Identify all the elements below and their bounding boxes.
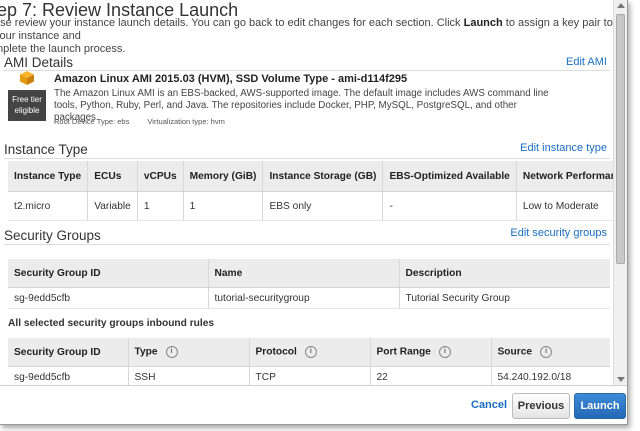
security-groups-table: Security Group ID Name Description sg-9e… (8, 259, 610, 309)
review-launch-window: tep 7: Review Instance Launch ase review… (0, 0, 628, 425)
column-header-label: Source (497, 346, 533, 358)
column-header: Protocol i (248, 338, 370, 367)
column-header-label: Type (134, 346, 158, 358)
instance-type-table: Instance Type ECUs vCPUs Memory (GiB) In… (8, 161, 613, 221)
table-row: t2.micro Variable 1 1 EBS only - Low to … (8, 191, 613, 221)
column-header: Port Range i (369, 338, 491, 367)
table-cell: - (382, 191, 517, 221)
info-icon[interactable]: i (165, 346, 178, 358)
table-cell: TCP (248, 366, 370, 385)
table-header-row: Security Group ID Name Description (8, 259, 610, 288)
amazon-linux-cube-icon (20, 71, 34, 85)
table-cell: 1 (182, 191, 263, 221)
table-cell: t2.micro (8, 191, 88, 221)
ami-name: Amazon Linux AMI 2015.03 (HVM), SSD Volu… (54, 73, 408, 85)
table-header-row: Security Group ID Type i Protocol i Port R… (8, 338, 610, 367)
table-cell: EBS only (262, 191, 383, 221)
table-cell: Low to Moderate (515, 191, 613, 221)
column-header-label: Port Range (376, 346, 431, 358)
column-header: Name (207, 259, 399, 288)
edit-instance-type-link[interactable]: Edit instance type (520, 142, 607, 154)
previous-button[interactable]: Previous (512, 393, 570, 419)
footer-bar: Cancel Previous Launch (0, 385, 627, 424)
root-device-type: Root Device Type: ebs (54, 117, 130, 126)
edit-ami-link[interactable]: Edit AMI (566, 56, 607, 68)
info-icon[interactable]: i (540, 346, 553, 358)
instance-type-section-title: Instance Type (4, 142, 88, 157)
table-cell: Variable (87, 191, 138, 221)
ami-meta: Root Device Type: ebs Virtualization typ… (54, 117, 241, 126)
column-header: Instance Storage (GB) (262, 161, 383, 192)
intro-text-before: ase review your instance launch details.… (0, 17, 464, 29)
column-header: Type i (127, 338, 249, 367)
table-cell: SSH (127, 366, 249, 385)
virtualization-type: Virtualization type: hvm (147, 117, 225, 126)
scrollbar-thumb[interactable] (616, 14, 625, 264)
review-content: tep 7: Review Instance Launch ase review… (0, 0, 613, 385)
column-header: Security Group ID (8, 259, 208, 288)
column-header: Memory (GiB) (182, 161, 263, 192)
scroll-up-arrow-icon[interactable] (617, 3, 625, 8)
column-header: Description (398, 259, 610, 288)
inbound-rules-table: Security Group ID Type i Protocol i Port R… (8, 338, 610, 385)
launch-button[interactable]: Launch (574, 393, 626, 419)
table-cell: Tutorial Security Group (398, 287, 610, 309)
security-groups-section-title: Security Groups (4, 228, 101, 243)
edit-security-groups-link[interactable]: Edit security groups (510, 227, 607, 239)
column-header: Network Performance (515, 161, 613, 192)
column-header: Security Group ID (8, 338, 128, 367)
info-icon[interactable]: i (304, 346, 317, 358)
scroll-down-arrow-icon[interactable] (617, 377, 625, 382)
section-divider (4, 70, 610, 71)
column-header: Source i (490, 338, 610, 367)
ami-icon-block: Free tier eligible (8, 71, 46, 121)
vertical-scrollbar[interactable] (613, 0, 627, 385)
free-tier-badge: Free tier eligible (8, 90, 46, 121)
cancel-button[interactable]: Cancel (471, 399, 507, 411)
table-row: sg-9edd5cfb SSH TCP 22 54.240.192.0/18 (8, 366, 610, 385)
column-header-label: Protocol (255, 346, 297, 358)
column-header: Instance Type (8, 161, 88, 192)
section-divider (4, 158, 610, 159)
table-cell: sg-9edd5cfb (8, 366, 128, 385)
table-header-row: Instance Type ECUs vCPUs Memory (GiB) In… (8, 161, 613, 192)
table-cell: sg-9edd5cfb (8, 287, 208, 309)
table-row: sg-9edd5cfb tutorial-securitygroup Tutor… (8, 287, 610, 309)
ami-section-title: AMI Details (4, 55, 74, 70)
info-icon[interactable]: i (438, 346, 451, 358)
table-cell: 1 (136, 191, 184, 221)
column-header: vCPUs (136, 161, 184, 192)
column-header: EBS-Optimized Available (382, 161, 517, 192)
inbound-rules-heading: All selected security groups inbound rul… (8, 318, 215, 329)
table-cell: 22 (369, 366, 491, 385)
intro-launch-word: Launch (463, 17, 503, 29)
table-cell: tutorial-securitygroup (207, 287, 399, 309)
table-cell: 54.240.192.0/18 (490, 366, 610, 385)
intro-text: ase review your instance launch details.… (0, 17, 613, 56)
column-header: ECUs (87, 161, 138, 192)
section-divider (4, 244, 610, 245)
